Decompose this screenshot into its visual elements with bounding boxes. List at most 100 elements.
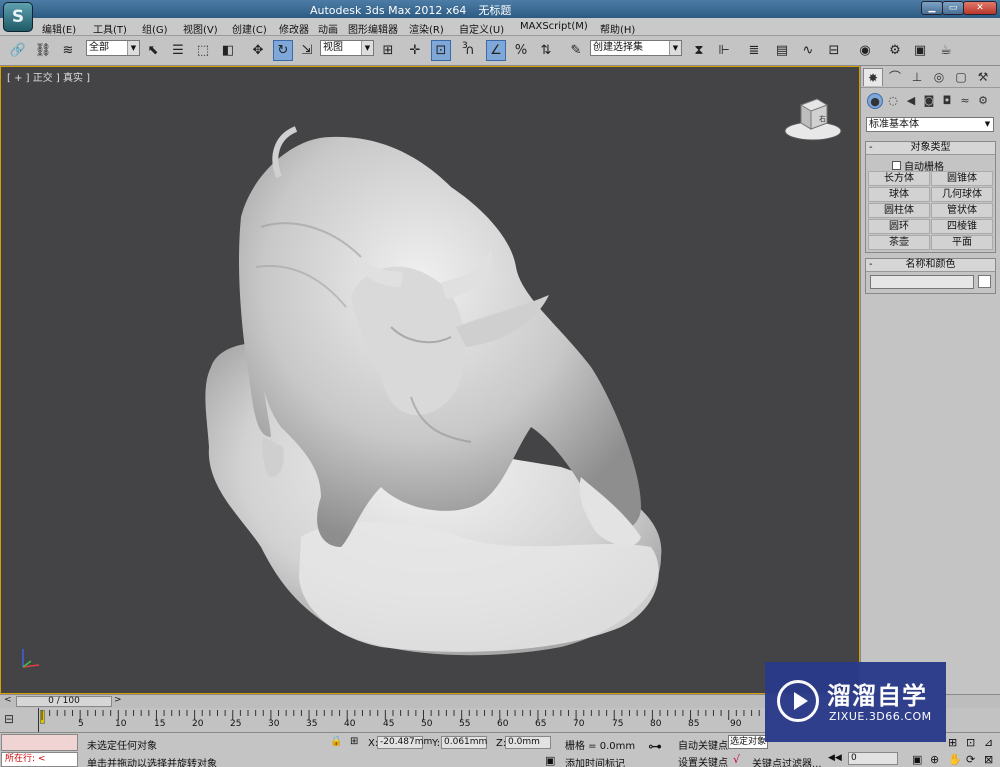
maximize-button[interactable]: ▭ bbox=[942, 1, 964, 15]
key-filters-button[interactable]: 关键点过滤器... bbox=[752, 755, 822, 767]
menu-edit[interactable]: 编辑(E) bbox=[42, 21, 76, 36]
select-and-scale-icon[interactable]: ⇲ bbox=[297, 40, 317, 61]
absolute-mode-icon[interactable]: ⊞ bbox=[350, 736, 358, 747]
geometry-icon[interactable]: ● bbox=[867, 93, 883, 109]
object-color-swatch[interactable] bbox=[978, 275, 991, 288]
graphite-ribbon-icon[interactable]: ▤ bbox=[772, 40, 792, 61]
lock-icon[interactable]: 🔒 bbox=[330, 736, 342, 747]
chevron-left-icon[interactable]: < bbox=[4, 695, 12, 705]
rendered-frame-window-icon[interactable]: ▣ bbox=[910, 40, 930, 61]
window-crossing-icon[interactable]: ◧ bbox=[218, 40, 238, 61]
link-icon[interactable]: 🔗 bbox=[8, 40, 28, 61]
chevron-right-icon[interactable]: > bbox=[114, 695, 122, 705]
display-tab-icon[interactable]: ▢ bbox=[951, 68, 971, 86]
name-color-header[interactable]: - 名称和颜色 bbox=[866, 259, 995, 272]
pyramid-button[interactable]: 四棱锥 bbox=[931, 219, 993, 234]
perspective-viewport[interactable]: [ + ] 正交 ] 真实 ] 右 bbox=[0, 66, 860, 694]
render-setup-icon[interactable]: ⚙ bbox=[885, 40, 905, 61]
spinner-snap-icon[interactable]: ⇅ bbox=[536, 40, 556, 61]
cylinder-button[interactable]: 圆柱体 bbox=[868, 203, 930, 218]
lights-icon[interactable]: ◀ bbox=[903, 93, 919, 109]
utilities-tab-icon[interactable]: ⚒ bbox=[973, 68, 993, 86]
z-coord-field[interactable]: 0.0mm bbox=[505, 736, 551, 749]
script-line-field[interactable]: 所在行: < bbox=[1, 752, 78, 767]
viewcube-widget[interactable]: 右 bbox=[781, 93, 845, 143]
key-selection-dropdown[interactable]: 选定对象 bbox=[728, 735, 768, 749]
sphere-button[interactable]: 球体 bbox=[868, 187, 930, 202]
previous-frame-icon[interactable]: ◀◀ bbox=[828, 753, 842, 763]
menu-views[interactable]: 视图(V) bbox=[183, 21, 218, 36]
layer-manager-icon[interactable]: ≣ bbox=[744, 40, 764, 61]
key-icon[interactable]: ⊶ bbox=[648, 739, 662, 755]
close-button[interactable]: ✕ bbox=[963, 1, 997, 15]
current-frame-field[interactable]: 0 bbox=[848, 752, 898, 765]
maxscript-listener-mini[interactable] bbox=[1, 734, 78, 751]
unlink-icon[interactable]: ⛓ bbox=[33, 40, 53, 61]
zoom-all-icon[interactable]: ⊞ bbox=[948, 736, 957, 749]
select-and-manipulate-icon[interactable]: ✛ bbox=[405, 40, 425, 61]
select-and-rotate-icon[interactable]: ↻ bbox=[273, 40, 293, 61]
torus-button[interactable]: 圆环 bbox=[868, 219, 930, 234]
field-of-view-icon[interactable]: ⊿ bbox=[984, 736, 993, 749]
edit-named-selection-icon[interactable]: ✎ bbox=[566, 40, 586, 61]
menu-maxscript[interactable]: MAXScript(M) bbox=[520, 21, 588, 32]
hierarchy-tab-icon[interactable]: ⊥ bbox=[907, 68, 927, 86]
teapot-button[interactable]: 茶壶 bbox=[868, 235, 930, 250]
time-slider-thumb[interactable]: 0 / 100 bbox=[16, 696, 112, 707]
shapes-icon[interactable]: ◌ bbox=[885, 93, 901, 109]
reference-coordinate-dropdown[interactable]: 视图 ▼ bbox=[320, 40, 374, 56]
object-name-field[interactable] bbox=[870, 275, 974, 289]
snaps-toggle-icon[interactable]: 3 ∩ bbox=[460, 40, 480, 61]
menu-help[interactable]: 帮助(H) bbox=[600, 21, 635, 36]
bull-sculpture-model[interactable] bbox=[1, 67, 859, 693]
box-button[interactable]: 长方体 bbox=[868, 171, 930, 186]
space-warps-icon[interactable]: ≈ bbox=[957, 93, 973, 109]
object-type-header[interactable]: - 对象类型 bbox=[866, 142, 995, 155]
menu-animation[interactable]: 动画 bbox=[318, 21, 338, 36]
orbit-icon[interactable]: ⟳ bbox=[966, 753, 975, 766]
percent-snap-icon[interactable]: % bbox=[511, 40, 531, 61]
geosphere-button[interactable]: 几何球体 bbox=[931, 187, 993, 202]
mirror-icon[interactable]: ⧗ bbox=[689, 40, 709, 61]
menu-modifiers[interactable]: 修改器 bbox=[279, 21, 309, 36]
material-editor-icon[interactable]: ◉ bbox=[855, 40, 875, 61]
menu-tools[interactable]: 工具(T) bbox=[93, 21, 127, 36]
select-and-move-icon[interactable]: ✥ bbox=[248, 40, 268, 61]
render-production-icon[interactable]: ☕ bbox=[936, 40, 956, 61]
select-object-icon[interactable]: ⬉ bbox=[143, 40, 163, 61]
geometry-category-dropdown[interactable]: 标准基本体 ▼ bbox=[866, 117, 994, 132]
angle-snap-icon[interactable]: ∠ bbox=[486, 40, 506, 61]
tube-button[interactable]: 管状体 bbox=[931, 203, 993, 218]
select-by-name-icon[interactable]: ☰ bbox=[168, 40, 188, 61]
pivot-center-icon[interactable]: ⊞ bbox=[378, 40, 398, 61]
systems-icon[interactable]: ⚙ bbox=[975, 93, 991, 109]
align-icon[interactable]: ⊩ bbox=[714, 40, 734, 61]
create-tab-icon[interactable]: ✸ bbox=[863, 68, 883, 86]
pan-icon[interactable]: ✋ bbox=[948, 753, 962, 766]
menu-customize[interactable]: 自定义(U) bbox=[459, 21, 504, 36]
maximize-viewport-icon[interactable]: ⊠ bbox=[984, 753, 993, 766]
cone-button[interactable]: 圆锥体 bbox=[931, 171, 993, 186]
time-configuration-icon[interactable]: ▣ bbox=[912, 753, 922, 766]
named-selection-dropdown[interactable]: 创建选择集 ▼ bbox=[590, 40, 682, 56]
3ds-max-logo-icon[interactable]: S bbox=[3, 2, 33, 32]
modify-tab-icon[interactable]: ⌒ bbox=[885, 68, 905, 86]
selection-filter-dropdown[interactable]: 全部 ▼ bbox=[86, 40, 140, 56]
cameras-icon[interactable]: ◙ bbox=[921, 93, 937, 109]
zoom-icon[interactable]: ⊕ bbox=[930, 753, 939, 766]
keyboard-shortcut-override-icon[interactable]: ⊡ bbox=[431, 40, 451, 61]
add-time-tag[interactable]: 添加时间标记 bbox=[565, 755, 625, 767]
y-coord-field[interactable]: 0.061mm bbox=[441, 736, 487, 749]
menu-graph-editors[interactable]: 图形编辑器 bbox=[348, 21, 398, 36]
rectangular-selection-icon[interactable]: ⬚ bbox=[193, 40, 213, 61]
curve-editor-icon[interactable]: ∿ bbox=[798, 40, 818, 61]
x-coord-field[interactable]: -20.487mm bbox=[377, 736, 432, 749]
zoom-extents-icon[interactable]: ⊡ bbox=[966, 736, 975, 749]
schematic-view-icon[interactable]: ⊟ bbox=[824, 40, 844, 61]
menu-rendering[interactable]: 渲染(R) bbox=[409, 21, 444, 36]
menu-group[interactable]: 组(G) bbox=[142, 21, 168, 36]
minimize-button[interactable]: ▁ bbox=[921, 1, 943, 15]
time-tag-icon[interactable]: ▣ bbox=[545, 754, 555, 767]
helpers-icon[interactable]: ◘ bbox=[939, 93, 955, 109]
set-key-button[interactable]: 设置关键点 bbox=[678, 754, 728, 767]
